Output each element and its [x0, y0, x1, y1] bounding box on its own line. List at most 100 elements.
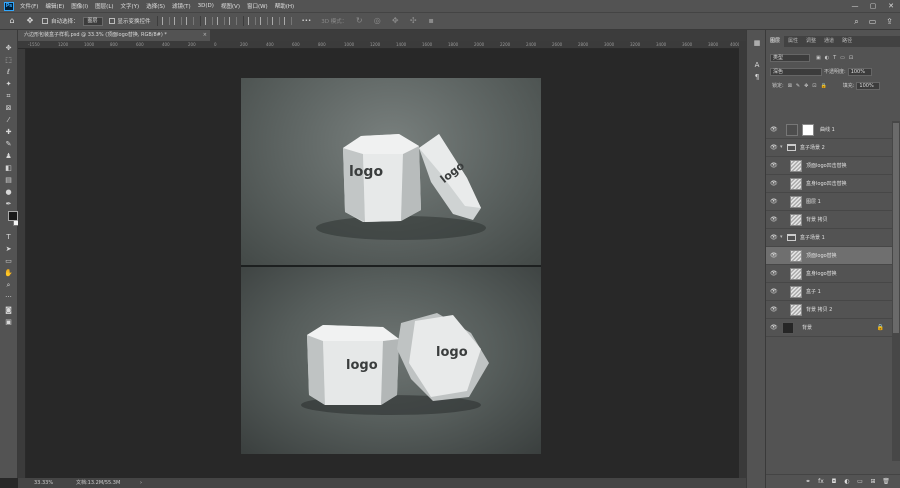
frame-tool-icon[interactable]: ⊠: [4, 104, 13, 113]
menu-image[interactable]: 图像(I): [71, 2, 88, 10]
pen-tool-icon[interactable]: ✒: [4, 200, 13, 209]
lock-position-icon[interactable]: ✥: [804, 83, 808, 89]
rectangle-tool-icon[interactable]: ▭: [4, 257, 13, 266]
horizontal-ruler[interactable]: -1550 1200 1000 800 600 400 200 0 200 40…: [18, 41, 739, 49]
share-icon[interactable]: ⇪: [884, 16, 895, 27]
tab-layers[interactable]: 图层: [766, 36, 785, 47]
close-window-button[interactable]: ✕: [884, 0, 898, 12]
tab-channels[interactable]: 通道: [820, 36, 838, 47]
filter-pixel-icon[interactable]: ▣: [816, 55, 821, 61]
move-tool-icon[interactable]: ✥: [24, 15, 36, 27]
zoom-level[interactable]: 33.33%: [34, 478, 53, 488]
move-tool-icon[interactable]: ✥: [4, 44, 13, 53]
layer-row[interactable]: 👁 盒身logo凹击替换: [766, 175, 892, 193]
foreground-color-swatch[interactable]: [8, 211, 18, 221]
document-tab[interactable]: 六边形包装盒子样机.psd @ 33.3% (顶面logo替换, RGB/8#)…: [18, 30, 210, 41]
menu-edit[interactable]: 编辑(E): [45, 2, 64, 10]
expand-arrow-icon[interactable]: ▾: [780, 144, 786, 151]
lasso-tool-icon[interactable]: ℓ: [4, 68, 13, 77]
gradient-tool-icon[interactable]: ▤: [4, 176, 13, 185]
menu-help[interactable]: 帮助(H): [275, 2, 294, 10]
link-layers-icon[interactable]: ⚭: [804, 478, 812, 486]
visibility-eye-icon[interactable]: 👁: [770, 126, 778, 133]
layer-row[interactable]: 👁 背景 🔒: [766, 319, 892, 337]
healing-brush-tool-icon[interactable]: ✚: [4, 128, 13, 137]
screen-mode-icon[interactable]: ▣: [4, 318, 13, 327]
tab-properties[interactable]: 属性: [784, 36, 802, 47]
blend-mode-dropdown[interactable]: 深色: [770, 67, 822, 76]
maximize-button[interactable]: ▢: [866, 0, 880, 12]
3d-orbit-icon[interactable]: ↻: [353, 15, 365, 27]
filter-shape-icon[interactable]: ▭: [840, 55, 845, 61]
eyedropper-tool-icon[interactable]: ⁄: [4, 116, 13, 125]
3d-roll-icon[interactable]: ◎: [371, 15, 383, 27]
search-icon[interactable]: ⌕: [851, 16, 862, 27]
lock-pixels-icon[interactable]: ⊠: [788, 83, 792, 89]
history-panel-icon[interactable]: ▦: [752, 38, 762, 48]
home-icon[interactable]: ⌂: [6, 15, 18, 27]
zoom-tool-icon[interactable]: ⌕: [4, 281, 13, 290]
adjustment-layer-icon[interactable]: ◐: [843, 478, 851, 486]
3d-pan-icon[interactable]: ✥: [389, 15, 401, 27]
quick-mask-icon[interactable]: ◙: [4, 306, 13, 315]
status-menu-arrow[interactable]: ›: [140, 478, 142, 488]
lock-icon[interactable]: 🔒: [877, 324, 884, 331]
visibility-eye-icon[interactable]: 👁: [770, 234, 778, 241]
align-center-icon[interactable]: [173, 17, 182, 25]
menu-view[interactable]: 视图(V): [221, 2, 240, 10]
align-middle-icon[interactable]: [216, 17, 225, 25]
menu-window[interactable]: 窗口(W): [247, 2, 268, 10]
trash-icon[interactable]: 🗑: [882, 478, 890, 486]
menu-layer[interactable]: 图层(L): [95, 2, 113, 10]
visibility-eye-icon[interactable]: 👁: [770, 180, 778, 187]
distribute-right-icon[interactable]: [271, 17, 280, 25]
visibility-eye-icon[interactable]: 👁: [770, 198, 778, 205]
layers-scrollbar[interactable]: [892, 121, 900, 461]
hand-tool-icon[interactable]: ✋: [4, 269, 13, 278]
expand-arrow-icon[interactable]: ▾: [780, 234, 786, 241]
visibility-eye-icon[interactable]: 👁: [770, 144, 778, 151]
path-selection-tool-icon[interactable]: ➤: [4, 245, 13, 254]
menu-3d[interactable]: 3D(D): [198, 3, 214, 9]
visibility-eye-icon[interactable]: 👁: [770, 270, 778, 277]
lock-image-icon[interactable]: ✎: [796, 83, 800, 89]
vertical-ruler[interactable]: [18, 49, 26, 478]
layer-row[interactable]: 👁 盒子 1: [766, 283, 892, 301]
layer-row-selected[interactable]: 👁 顶面logo替换: [766, 247, 892, 265]
menu-filter[interactable]: 滤镜(T): [172, 2, 191, 10]
distribute-spacing-icon[interactable]: [283, 17, 292, 25]
opacity-input[interactable]: 100%: [847, 67, 872, 76]
more-options-button[interactable]: •••: [302, 18, 312, 24]
photoshop-logo-icon[interactable]: Ps: [4, 1, 14, 11]
new-layer-icon[interactable]: ⊞: [869, 478, 877, 486]
lock-all-icon[interactable]: 🔒: [821, 83, 827, 89]
filter-smart-icon[interactable]: ⊡: [849, 55, 853, 61]
add-mask-icon[interactable]: ◘: [830, 478, 838, 486]
auto-select-checkbox[interactable]: [42, 18, 48, 24]
distribute-center-icon[interactable]: [259, 17, 268, 25]
lock-artboard-icon[interactable]: ⊡: [812, 83, 816, 89]
minimize-button[interactable]: —: [848, 0, 862, 12]
visibility-eye-icon[interactable]: 👁: [770, 216, 778, 223]
canvas-vertical-scrollbar[interactable]: [739, 41, 746, 478]
distribute-left-icon[interactable]: [247, 17, 256, 25]
align-bottom-icon[interactable]: [228, 17, 237, 25]
menu-file[interactable]: 文件(F): [20, 2, 38, 10]
layer-row[interactable]: 👁 曲线 1: [766, 121, 892, 139]
eraser-tool-icon[interactable]: ◧: [4, 164, 13, 173]
visibility-eye-icon[interactable]: 👁: [770, 288, 778, 295]
filter-kind-dropdown[interactable]: 类型: [770, 53, 810, 62]
visibility-eye-icon[interactable]: 👁: [770, 162, 778, 169]
visibility-eye-icon[interactable]: 👁: [770, 324, 778, 331]
layer-row[interactable]: 👁 背景 拷贝 2: [766, 301, 892, 319]
layer-row[interactable]: 👁 顶面logo凹击替换: [766, 157, 892, 175]
tab-adjustments[interactable]: 调整: [802, 36, 820, 47]
scrollbar-thumb[interactable]: [893, 123, 899, 333]
align-right-icon[interactable]: [185, 17, 194, 25]
fx-icon[interactable]: fx: [817, 478, 825, 486]
close-tab-icon[interactable]: ×: [203, 30, 207, 41]
layer-row[interactable]: 👁 盒身logo替换: [766, 265, 892, 283]
menu-type[interactable]: 文字(Y): [121, 2, 140, 10]
3d-slide-icon[interactable]: ✣: [407, 15, 419, 27]
visibility-eye-icon[interactable]: 👁: [770, 252, 778, 259]
